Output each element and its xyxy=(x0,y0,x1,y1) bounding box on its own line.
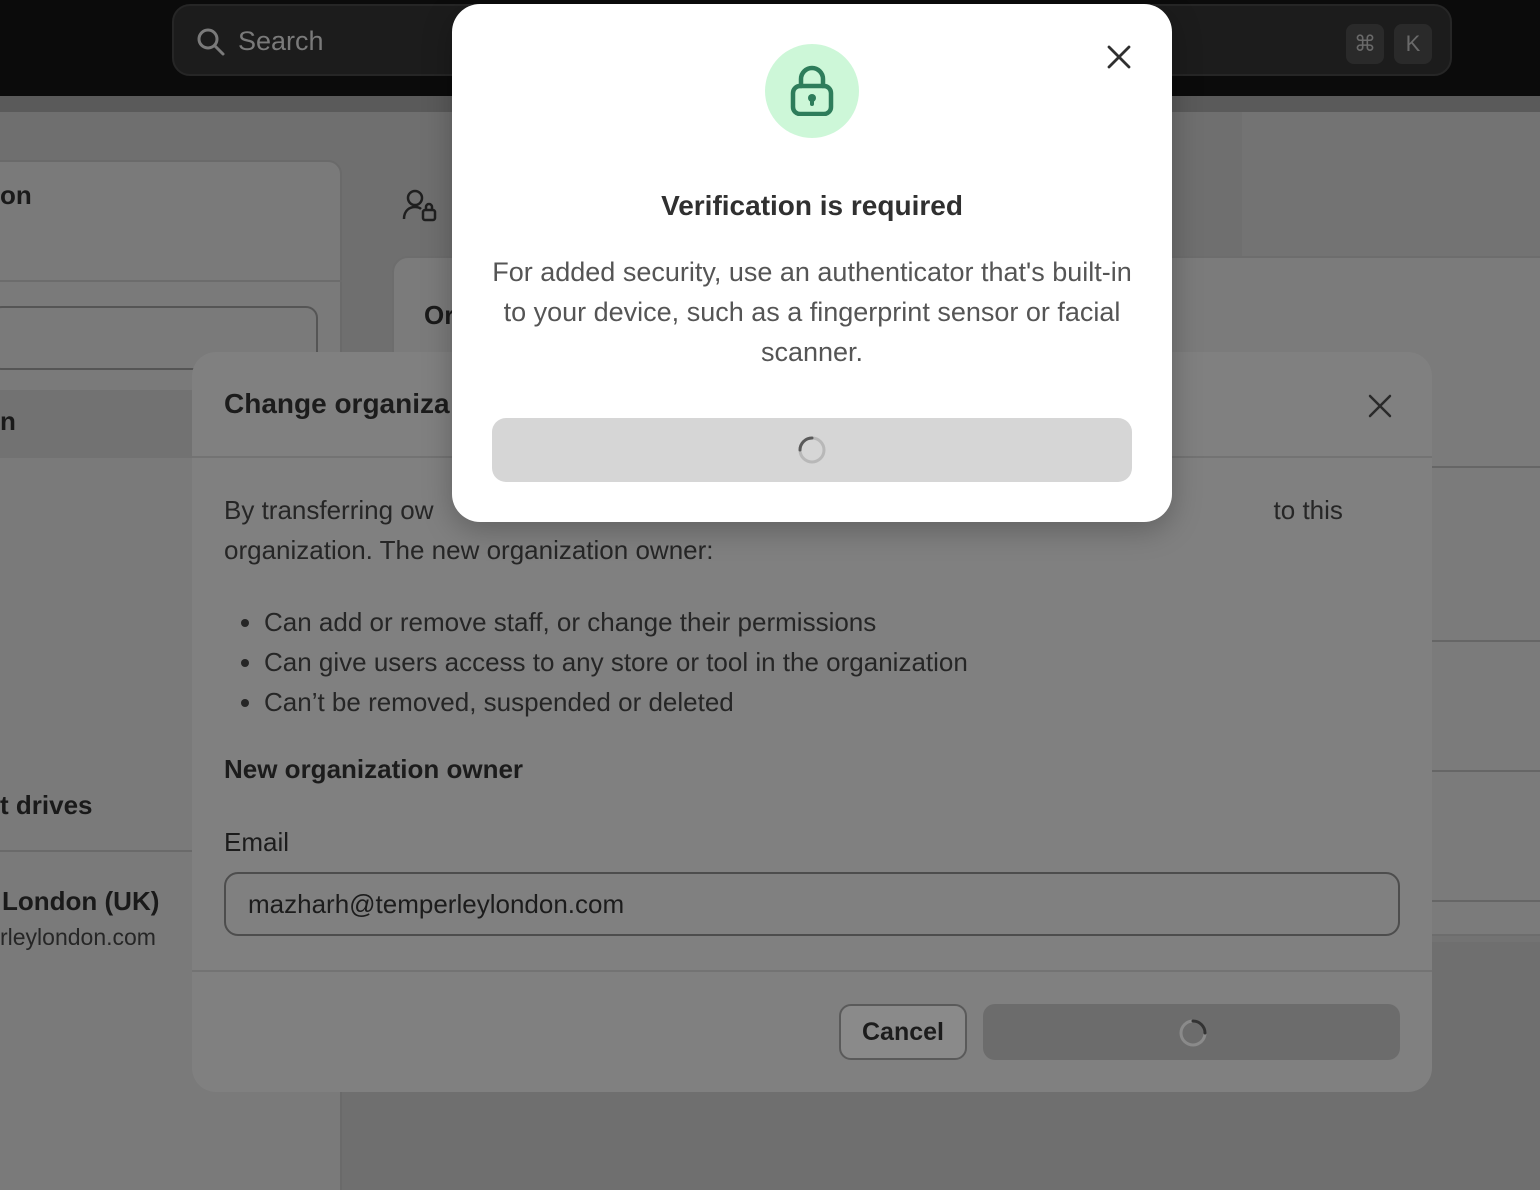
close-icon[interactable] xyxy=(1104,42,1134,72)
modal-title: Change organiza xyxy=(224,388,450,419)
org-name: London (UK) xyxy=(2,886,160,916)
email-label: Email xyxy=(224,827,290,857)
sidebar-divider xyxy=(0,280,342,282)
intro-end: to this xyxy=(1273,495,1343,525)
search-placeholder: Search xyxy=(238,26,324,56)
row-divider xyxy=(1432,640,1540,642)
new-owner-heading: New organization owner xyxy=(224,754,524,784)
modal-body: By transferring ow to this organization. … xyxy=(224,490,1404,936)
verification-title: Verification is required xyxy=(661,190,963,221)
shortcut-cmd-key: ⌘ xyxy=(1346,24,1384,64)
loading-spinner-icon xyxy=(798,436,826,464)
modal-footer-divider xyxy=(192,970,1432,972)
intro-start: By transferring ow xyxy=(224,495,434,525)
lock-icon xyxy=(790,65,834,116)
sidebar-heading: on xyxy=(0,180,32,210)
confirm-transfer-button[interactable] xyxy=(983,1004,1400,1060)
sidebar-row-label: n xyxy=(0,406,16,436)
close-icon[interactable] xyxy=(1364,390,1396,422)
cancel-button[interactable]: Cancel xyxy=(839,1004,967,1060)
sidebar-drives-label[interactable]: t drives xyxy=(0,790,93,821)
list-item: Can add or remove staff, or change their… xyxy=(264,602,1404,642)
row-divider xyxy=(1432,900,1540,902)
shortcut-k-key: K xyxy=(1394,24,1432,64)
row-divider xyxy=(1432,466,1540,468)
card-title: Or xyxy=(424,300,455,330)
loading-spinner-icon xyxy=(1179,1019,1207,1047)
list-item: Can give users access to any store or to… xyxy=(264,642,1404,682)
email-field[interactable] xyxy=(224,872,1400,936)
list-item: Can’t be removed, suspended or deleted xyxy=(264,682,1404,722)
org-domain: rleylondon.com xyxy=(0,924,156,950)
row-divider xyxy=(1432,770,1540,772)
search-icon xyxy=(197,28,225,56)
intro-line2: organization. The new organization owner… xyxy=(224,535,714,565)
lock-badge xyxy=(765,44,859,138)
permissions-list: Can add or remove staff, or change their… xyxy=(224,602,1404,722)
verify-button[interactable] xyxy=(492,418,1132,482)
verification-modal: Verification is required For added secur… xyxy=(452,4,1172,522)
verification-description: For added security, use an authenticator… xyxy=(492,257,1132,367)
user-lock-icon xyxy=(402,189,437,222)
